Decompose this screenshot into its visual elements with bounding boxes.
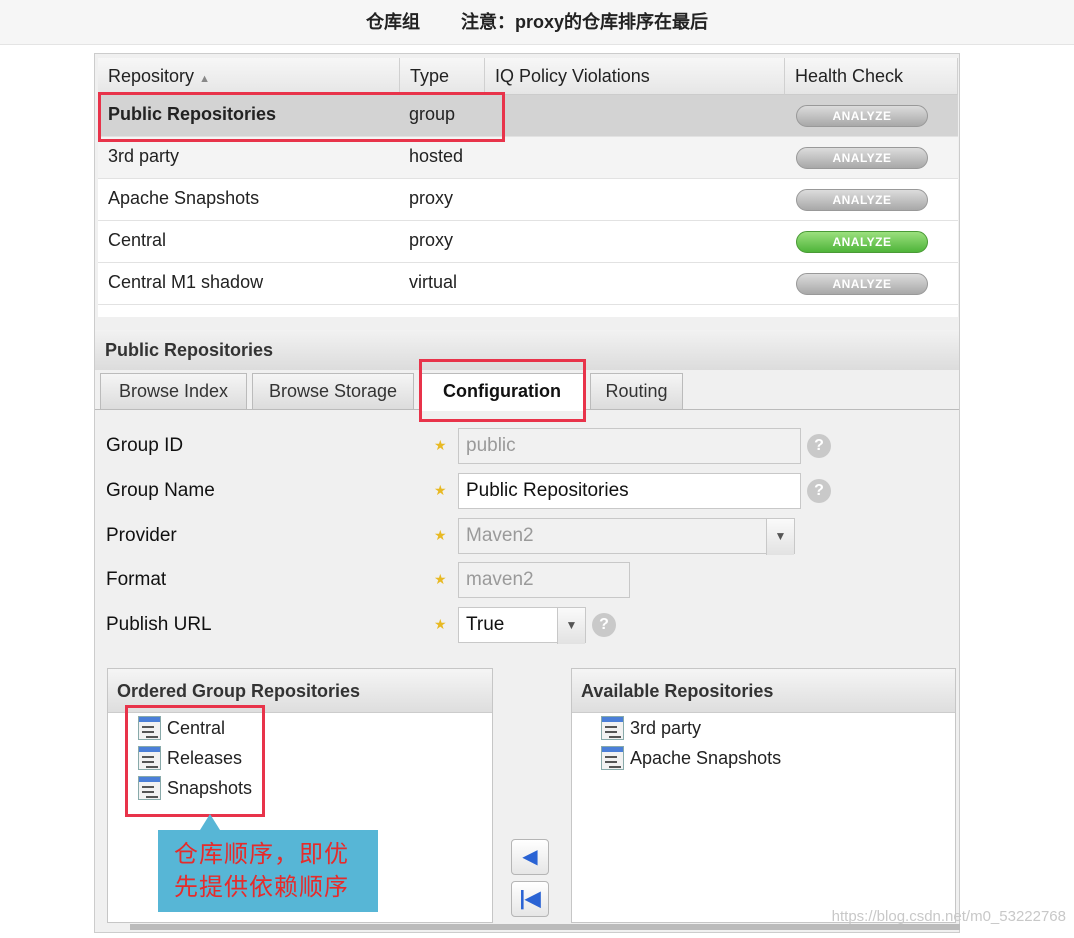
column-header-type[interactable]: Type [400,58,485,95]
group-id-input[interactable]: public [458,428,801,464]
analyze-button[interactable]: ANALYZE [796,147,928,169]
provider-label: Provider [106,525,177,546]
help-icon[interactable]: ? [807,479,831,503]
group-name-label: Group Name [106,480,215,501]
watermark: https://blog.csdn.net/m0_53222768 [831,908,1066,925]
page-header: 仓库组 注意：proxy的仓库排序在最后 [0,0,1074,45]
chevron-down-icon[interactable]: ▼ [766,519,794,555]
sort-asc-icon: ▲ [199,73,210,85]
required-star-icon: ★ [434,437,447,453]
required-star-icon: ★ [434,482,447,498]
arrow-left-icon: ◀ [522,846,538,868]
publish-url-label: Publish URL [106,614,212,635]
available-list[interactable]: Available Repositories 3rd party Apache … [571,668,956,923]
repository-icon [138,716,161,740]
repository-icon [138,746,161,770]
tab-routing[interactable]: Routing [590,373,683,409]
move-first-button[interactable]: |◀ [511,881,549,917]
list-item[interactable]: Central [138,713,252,743]
available-title: Available Repositories [572,669,955,713]
annotation-callout: 仓库顺序，即优 先提供依赖顺序 [158,814,378,912]
provider-select[interactable]: Maven2 ▼ [458,518,795,555]
group-name-input[interactable]: Public Repositories [458,473,801,509]
column-header-health[interactable]: Health Check [785,58,958,95]
list-item[interactable]: 3rd party [601,713,781,743]
analyze-button[interactable]: ANALYZE [796,273,928,295]
help-icon[interactable]: ? [592,613,616,637]
repository-icon [601,716,624,740]
required-star-icon: ★ [434,616,447,632]
format-label: Format [106,569,167,590]
detail-title: Public Repositories [95,330,959,370]
tab-browse-index[interactable]: Browse Index [100,373,247,409]
arrow-first-icon: |◀ [519,888,541,910]
repository-icon [138,776,161,800]
repository-icon [601,746,624,770]
help-icon[interactable]: ? [807,434,831,458]
list-item[interactable]: Releases [138,743,252,773]
move-left-button[interactable]: ◀ [511,839,549,875]
column-header-iq[interactable]: IQ Policy Violations [485,58,785,95]
table-row[interactable]: Public Repositories group ANALYZE [98,95,958,137]
header-note: 注意：proxy的仓库排序在最后 [461,12,709,32]
tab-browse-storage[interactable]: Browse Storage [252,373,414,409]
list-item[interactable]: Apache Snapshots [601,743,781,773]
publish-url-select[interactable]: True ▼ [458,607,586,644]
format-input[interactable]: maven2 [458,562,630,598]
list-item[interactable]: Snapshots [138,773,252,803]
ordered-group-title: Ordered Group Repositories [108,669,492,713]
table-row[interactable]: Central M1 shadow virtual ANALYZE [98,263,958,305]
table-row[interactable]: Central proxy ANALYZE [98,221,958,263]
group-id-label: Group ID [106,435,184,456]
table-row[interactable]: Apache Snapshots proxy ANALYZE [98,179,958,221]
analyze-button[interactable]: ANALYZE [796,231,928,253]
analyze-button[interactable]: ANALYZE [796,189,928,211]
required-star-icon: ★ [434,527,447,543]
tab-configuration[interactable]: Configuration [420,373,584,411]
chevron-down-icon[interactable]: ▼ [557,608,585,644]
table-overflow [98,305,958,317]
table-row[interactable]: 3rd party hosted ANALYZE [98,137,958,179]
header-title: 仓库组 [365,12,420,32]
required-star-icon: ★ [434,571,447,587]
analyze-button[interactable]: ANALYZE [796,105,928,127]
column-header-repository[interactable]: Repository ▲ [98,58,400,95]
